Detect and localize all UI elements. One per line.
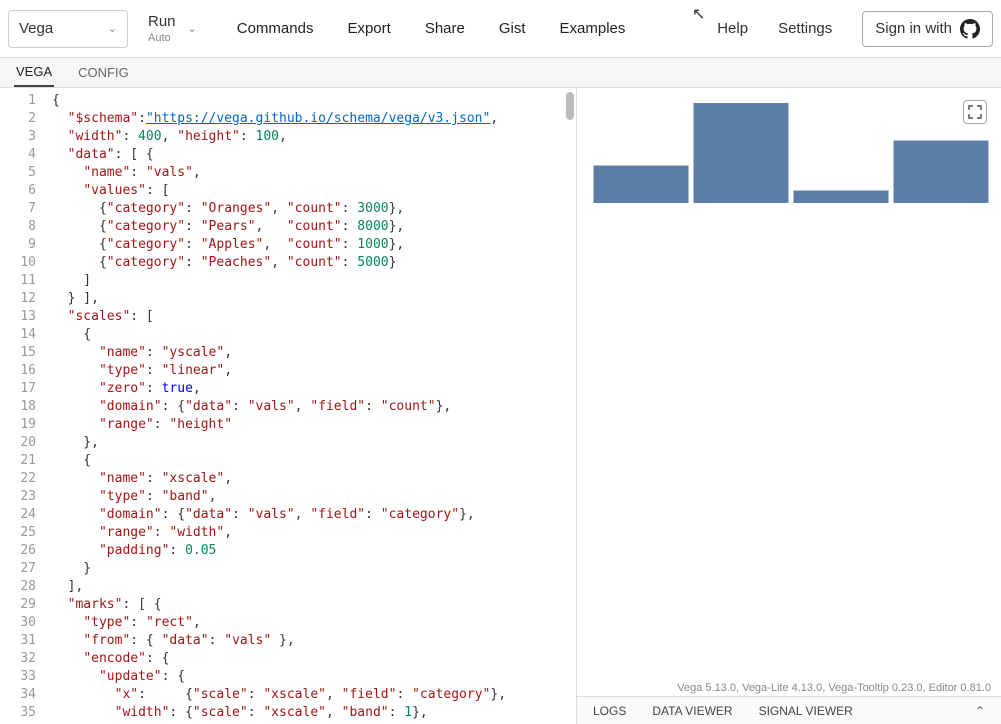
tab-vega[interactable]: VEGA <box>14 58 54 87</box>
menu-help[interactable]: Help <box>717 20 748 37</box>
version-label: Vega 5.13.0, Vega-Lite 4.13.0, Vega-Tool… <box>677 682 991 694</box>
run-mode-label: Auto <box>148 32 171 44</box>
signin-label: Sign in with <box>875 20 952 37</box>
menu-share[interactable]: Share <box>425 20 465 37</box>
chevron-down-icon: ⌄ <box>108 22 117 35</box>
run-button[interactable]: Run Auto ⌄ <box>136 9 209 48</box>
scrollbar-thumb[interactable] <box>566 92 574 120</box>
tab-data-viewer[interactable]: DATA VIEWER <box>652 704 732 718</box>
line-gutter: 1234567891011121314151617181920212223242… <box>0 88 46 724</box>
fullscreen-icon <box>968 105 982 119</box>
toolbar: Vega ⌄ Run Auto ⌄ Commands Export Share … <box>0 0 1001 58</box>
code-editor[interactable]: { "$schema":"https://vega.github.io/sche… <box>46 88 576 724</box>
mode-select[interactable]: Vega ⌄ <box>8 10 128 48</box>
bar-chart <box>591 98 991 208</box>
chart-container <box>577 88 1001 696</box>
fullscreen-button[interactable] <box>963 100 987 124</box>
visualization-pane: Vega 5.13.0, Vega-Lite 4.13.0, Vega-Tool… <box>577 88 1001 724</box>
github-icon <box>960 19 980 39</box>
menu-examples[interactable]: Examples <box>560 20 626 37</box>
menu-export[interactable]: Export <box>347 20 390 37</box>
tab-config[interactable]: CONFIG <box>76 59 131 86</box>
tab-logs[interactable]: LOGS <box>593 704 626 718</box>
chevron-up-icon[interactable]: ⌃ <box>975 704 985 718</box>
debug-tabs: LOGS DATA VIEWER SIGNAL VIEWER ⌃ <box>577 696 1001 724</box>
editor-pane[interactable]: 1234567891011121314151617181920212223242… <box>0 88 577 724</box>
menu: Commands Export Share Gist Examples <box>237 20 626 37</box>
menu-settings[interactable]: Settings <box>778 20 832 37</box>
editor-tabs: VEGA CONFIG <box>0 58 1001 88</box>
right-menu: Help Settings Sign in with <box>717 11 993 47</box>
menu-commands[interactable]: Commands <box>237 20 314 37</box>
tab-signal-viewer[interactable]: SIGNAL VIEWER <box>759 704 853 718</box>
run-label: Run <box>148 13 176 30</box>
chevron-down-icon: ⌄ <box>188 22 197 35</box>
mode-label: Vega <box>19 20 53 37</box>
signin-button[interactable]: Sign in with <box>862 11 993 47</box>
menu-gist[interactable]: Gist <box>499 20 526 37</box>
